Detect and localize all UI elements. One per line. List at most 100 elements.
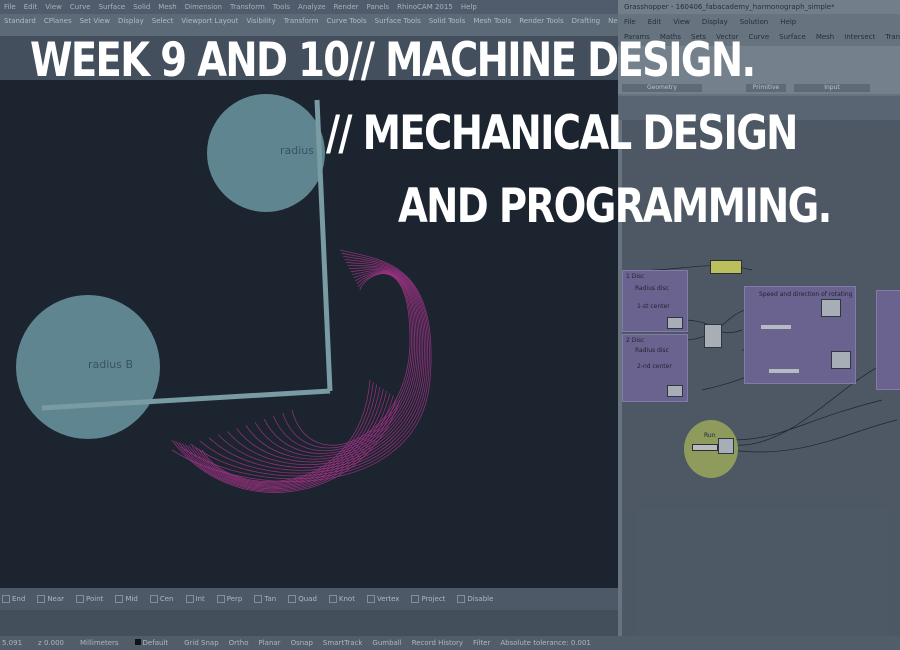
gh-speed-comp-2[interactable] (831, 351, 851, 369)
rhino-menu-item-10[interactable]: Analyze (298, 3, 326, 11)
rhino-menu-item-5[interactable]: Solid (133, 3, 150, 11)
status-toggle-3[interactable]: Osnap (291, 639, 313, 647)
osnap-checkbox[interactable] (115, 595, 124, 603)
rhino-menu-item-0[interactable]: File (4, 3, 16, 11)
gh-disc2-component[interactable] (667, 385, 683, 397)
status-toggle-4[interactable]: SmartTrack (323, 639, 363, 647)
osnap-checkbox[interactable] (288, 595, 297, 603)
osnap-point[interactable]: Point (76, 595, 103, 603)
status-toggle-5[interactable]: Gumball (372, 639, 401, 647)
rhino-tab-13[interactable]: Drafting (572, 17, 600, 25)
rhino-tab-8[interactable]: Curve Tools (327, 17, 367, 25)
osnap-mid[interactable]: Mid (115, 595, 138, 603)
rhino-menu-item-13[interactable]: RhinoCAM 2015 (397, 3, 453, 11)
osnap-label: Near (47, 595, 65, 603)
gh-run-toggle[interactable] (692, 444, 718, 451)
gh-group-disc1[interactable]: 1 Disc Radius disc 1-st center (622, 270, 688, 332)
osnap-checkbox[interactable] (37, 595, 46, 603)
osnap-vertex[interactable]: Vertex (366, 595, 400, 603)
status-toggle-1[interactable]: Ortho (229, 639, 249, 647)
osnap-end[interactable]: End (2, 595, 25, 603)
osnap-near[interactable]: Near (37, 595, 64, 603)
gh-ribbon-input[interactable]: Input (794, 84, 870, 92)
gh-menubar: File Edit View Display Solution Help (618, 14, 900, 30)
gh-disc1-component[interactable] (667, 317, 683, 329)
gh-menu-item-0[interactable]: File (624, 18, 636, 26)
osnap-checkbox[interactable] (254, 595, 263, 603)
rhino-menu-item-9[interactable]: Tools (273, 3, 290, 11)
gh-tab-5[interactable]: Surface (779, 33, 806, 43)
gh-speed-slider-1[interactable] (761, 325, 791, 329)
rhino-tab-0[interactable]: Standard (4, 17, 36, 25)
osnap-project[interactable]: Project (411, 595, 445, 603)
osnap-checkbox[interactable] (185, 595, 194, 603)
rhino-menu-item-7[interactable]: Dimension (185, 3, 222, 11)
rhino-menu-item-4[interactable]: Surface (99, 3, 126, 11)
rhino-menu-item-11[interactable]: Render (334, 3, 359, 11)
rhino-menu-item-3[interactable]: Curve (70, 3, 91, 11)
gh-group-right[interactable] (876, 290, 900, 390)
status-toggle-7[interactable]: Filter (473, 639, 490, 647)
rhino-tab-5[interactable]: Viewport Layout (181, 17, 238, 25)
gh-menu-item-5[interactable]: Help (780, 18, 796, 26)
gh-menu-item-3[interactable]: Display (702, 18, 728, 26)
gh-group-run[interactable]: Run (684, 420, 738, 478)
gh-menu-item-4[interactable]: Solution (740, 18, 769, 26)
rhino-menu-item-14[interactable]: Help (461, 3, 477, 11)
rhino-tab-6[interactable]: Visibility (246, 17, 275, 25)
rhino-tab-9[interactable]: Surface Tools (375, 17, 421, 25)
rhino-menu-item-1[interactable]: Edit (24, 3, 38, 11)
harmonograph-curve (263, 272, 416, 454)
osnap-checkbox[interactable] (457, 595, 466, 603)
circle-b-label: radius B (88, 358, 133, 371)
osnap-checkbox[interactable] (366, 595, 375, 603)
osnap-checkbox[interactable] (328, 595, 337, 603)
rhino-tab-10[interactable]: Solid Tools (429, 17, 466, 25)
rhino-tab-7[interactable]: Transform (284, 17, 319, 25)
rhino-tab-1[interactable]: CPlanes (44, 17, 72, 25)
gh-speed-slider-2[interactable] (769, 369, 799, 373)
rhino-menu-item-12[interactable]: Panels (367, 3, 390, 11)
harmonograph-curve (208, 261, 425, 471)
rhino-tab-4[interactable]: Select (152, 17, 174, 25)
osnap-disable[interactable]: Disable (457, 595, 493, 603)
osnap-cen[interactable]: Cen (149, 595, 174, 603)
osnap-checkbox[interactable] (149, 595, 158, 603)
gh-group-speed[interactable]: Speed and direction of rotating (744, 286, 856, 384)
gh-speed-comp-1[interactable] (821, 299, 841, 317)
rhino-tab-14[interactable]: New in V5 (608, 17, 618, 25)
gh-panel-yellow[interactable] (710, 260, 742, 274)
rhino-tab-12[interactable]: Render Tools (519, 17, 563, 25)
osnap-checkbox[interactable] (76, 595, 85, 603)
osnap-checkbox[interactable] (2, 595, 10, 603)
gh-run-timer[interactable] (718, 438, 734, 454)
osnap-label: Point (86, 595, 104, 603)
rhino-menu-item-2[interactable]: View (45, 3, 62, 11)
gh-menu-item-1[interactable]: Edit (648, 18, 662, 26)
gh-menu-item-2[interactable]: View (673, 18, 690, 26)
osnap-perp[interactable]: Perp (216, 595, 242, 603)
rhino-tab-2[interactable]: Set View (80, 17, 110, 25)
osnap-int[interactable]: Int (185, 595, 205, 603)
status-toggle-2[interactable]: Planar (259, 639, 281, 647)
osnap-checkbox[interactable] (411, 595, 420, 603)
gh-component-mid[interactable] (704, 324, 722, 348)
status-toggle-0[interactable]: Grid Snap (184, 639, 219, 647)
rhino-menu-item-8[interactable]: Transform (230, 3, 265, 11)
status-layer[interactable]: Default (134, 639, 168, 647)
gh-group-disc2[interactable]: 2 Disc Radius disc 2-nd center (622, 334, 688, 402)
rhino-tab-3[interactable]: Display (118, 17, 144, 25)
gh-tab-7[interactable]: Intersect (844, 33, 875, 43)
osnap-label: Vertex (376, 595, 400, 603)
osnap-knot[interactable]: Knot (328, 595, 355, 603)
osnap-quad[interactable]: Quad (288, 595, 317, 603)
gh-tab-8[interactable]: Transform (885, 33, 900, 43)
osnap-tan[interactable]: Tan (254, 595, 276, 603)
status-toggle-6[interactable]: Record History (412, 639, 463, 647)
gh-group-disc1-label: 1 Disc (626, 273, 645, 280)
rhino-tab-11[interactable]: Mesh Tools (473, 17, 511, 25)
osnap-checkbox[interactable] (216, 595, 225, 603)
gh-tab-6[interactable]: Mesh (816, 33, 834, 43)
rhino-menu-item-6[interactable]: Mesh (158, 3, 176, 11)
status-toggle-8[interactable]: Absolute tolerance: 0.001 (500, 639, 590, 647)
